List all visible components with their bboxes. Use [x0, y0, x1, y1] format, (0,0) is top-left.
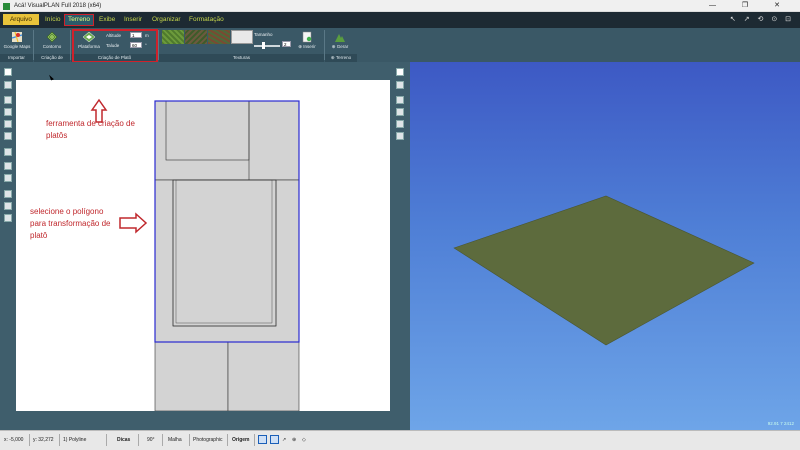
app-icon: [3, 3, 10, 10]
view3d-toolbar: [392, 62, 408, 430]
bottom-right-lot-polygon: [227, 341, 300, 412]
canvas-top-border: [16, 62, 392, 80]
menu-exibe[interactable]: Exibe: [99, 15, 115, 25]
texture-blank-swatch[interactable]: [231, 30, 253, 44]
inserir-texture-label: ⊕ Inserir: [298, 44, 316, 49]
contorno-button[interactable]: Contorno: [38, 31, 66, 50]
status-bar: x: -5,000 y: 32,272 1) Polyline Dicas 90…: [0, 430, 800, 450]
zoom-out-icon[interactable]: [4, 108, 12, 116]
quick-access-icons[interactable]: ↖ ↗ ⟲ ⊙ ⊡: [730, 15, 794, 23]
3d-view[interactable]: 92.91 7 2412: [408, 62, 800, 430]
status-x: x: -5,000: [4, 437, 24, 443]
zoom-3d-out-icon[interactable]: [396, 108, 404, 116]
status-layer[interactable]: 1) Polyline: [63, 436, 86, 444]
tamanho-slider[interactable]: [254, 45, 280, 47]
platform-tool-highlight: [72, 29, 158, 63]
app-window: Acá! VisualPLAN Full 2018 (x64) — ❐ ✕ Ar…: [0, 0, 800, 450]
ortho-toggle-icon[interactable]: [270, 435, 279, 444]
group-texturas: Texturas: [159, 54, 324, 62]
grid-icon[interactable]: [4, 174, 12, 182]
upper-building-polygon: [165, 100, 250, 161]
texture-dirt-swatch[interactable]: [185, 30, 207, 44]
maximize-button[interactable]: ❐: [742, 2, 760, 9]
snap-toggle-icon[interactable]: [258, 435, 267, 444]
fit-3d-icon[interactable]: [396, 132, 404, 140]
gerar-button[interactable]: ⊕ Gerar: [328, 31, 352, 50]
snap-icon[interactable]: [4, 162, 12, 170]
tamanho-label: Tamanho: [254, 32, 273, 37]
contour-icon: [46, 31, 58, 43]
inserir-texture-button[interactable]: ⊕ Inserir: [296, 31, 318, 50]
layer-icon[interactable]: [4, 190, 12, 198]
target-toggle-icon[interactable]: ◇: [302, 436, 306, 444]
map-icon: [11, 31, 23, 43]
mountain-icon: [335, 34, 345, 42]
3d-terrain-drawing[interactable]: [410, 62, 800, 430]
tool-annotation: ferramenta de criação de platôs: [46, 119, 135, 140]
tamanho-input[interactable]: 2: [282, 41, 291, 47]
group-criacao-modelo: Criação de Modelo: [34, 54, 70, 68]
plus-toggle-icon[interactable]: ⊕: [292, 436, 296, 444]
status-photographic[interactable]: Photographic: [193, 436, 222, 444]
square-tool-icon[interactable]: [4, 214, 12, 222]
right-arrow: [119, 212, 148, 234]
zoom-fit-icon[interactable]: [4, 132, 12, 140]
select-annotation: selecione o polígono para transformação …: [30, 207, 111, 240]
left-toolbar: [0, 62, 16, 430]
google-maps-button[interactable]: Google Maps: [3, 31, 31, 50]
group-terreno: ⊕ Terreno: [325, 54, 357, 62]
terrain-plane: [453, 195, 755, 346]
zoom-window-icon[interactable]: [4, 120, 12, 128]
select-3d-tool-icon[interactable]: [396, 68, 404, 76]
window-controls[interactable]: — ❐ ✕: [709, 0, 792, 12]
menu-bar: Arquivo Início Terreno Exibe Inserir Org…: [0, 12, 800, 28]
minimize-button[interactable]: —: [709, 2, 728, 9]
canvas-bottom-border: [16, 411, 392, 430]
3d-readout: 92.91 7 2412: [767, 421, 794, 426]
status-y: y: 32,272: [33, 437, 54, 443]
title-bar: Acá! VisualPLAN Full 2018 (x64) — ❐ ✕: [0, 0, 800, 12]
texture-soil-swatch[interactable]: [208, 30, 230, 44]
plan-canvas[interactable]: ferramenta de criação de platôs selecion…: [16, 80, 390, 412]
menu-inserir[interactable]: Inserir: [124, 15, 142, 25]
zoom-in-icon[interactable]: [4, 96, 12, 104]
status-angle[interactable]: 90°: [147, 436, 155, 444]
circle-tool-icon[interactable]: [4, 202, 12, 210]
zoom-3d-in-icon[interactable]: [396, 96, 404, 104]
menu-organizar[interactable]: Organizar: [152, 15, 181, 25]
status-malha[interactable]: Malha: [168, 436, 182, 444]
window-title: Acá! VisualPLAN Full 2018 (x64): [14, 3, 102, 9]
menu-terreno[interactable]: Terreno: [64, 14, 95, 26]
arrow-toggle-icon[interactable]: ↗: [282, 436, 286, 444]
menu-inicio[interactable]: Início: [45, 15, 61, 25]
menu-arquivo[interactable]: Arquivo: [3, 14, 39, 25]
status-dicas[interactable]: Dicas: [117, 436, 130, 444]
document-icon: [302, 31, 312, 43]
orbit-icon[interactable]: [396, 81, 404, 89]
group-importar: Importar: [0, 54, 33, 62]
tamanho-slider-thumb[interactable]: [262, 42, 265, 49]
walk-icon[interactable]: [396, 120, 404, 128]
close-button[interactable]: ✕: [774, 2, 792, 9]
dropdown-tool-icon[interactable]: [4, 81, 12, 89]
bottom-left-lot-polygon: [154, 341, 229, 412]
gerar-label: ⊕ Gerar: [331, 44, 349, 49]
contorno-label: Contorno: [42, 44, 62, 49]
menu-formatacao[interactable]: Formatação: [189, 15, 224, 25]
select-tool-icon[interactable]: [4, 68, 12, 76]
texture-grass-swatch[interactable]: [162, 30, 184, 44]
middle-building-polygon: [172, 179, 277, 327]
google-maps-label: Google Maps: [3, 44, 31, 49]
pan-icon[interactable]: [4, 148, 12, 156]
status-origem[interactable]: Origem: [232, 436, 250, 444]
